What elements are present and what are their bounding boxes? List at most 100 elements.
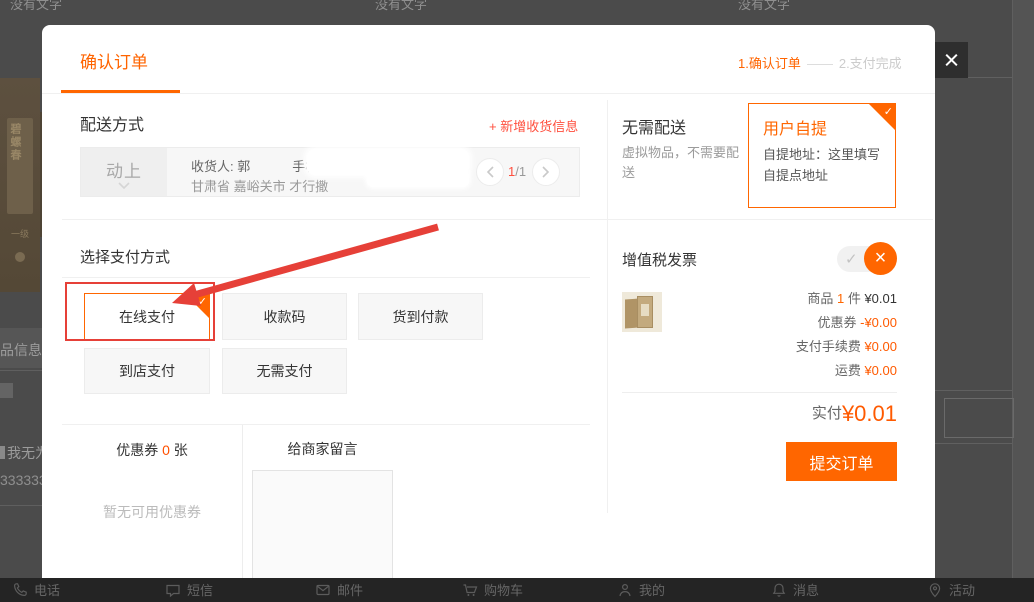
payment-option-qrcode[interactable]: 收款码: [222, 293, 347, 340]
invoice-off-button[interactable]: ×: [864, 242, 897, 275]
payment-option-nopay[interactable]: 无需支付: [222, 348, 347, 394]
modal-title: 确认订单: [80, 48, 148, 73]
step-confirm-order: 1.确认订单: [738, 56, 801, 71]
bg-text-fragment: [0, 383, 13, 398]
mail-icon: [315, 582, 331, 598]
payment-method-heading: 选择支付方式: [80, 246, 170, 267]
chat-icon: [165, 582, 181, 598]
address-next-button[interactable]: [532, 158, 560, 186]
total-label: 实付: [812, 405, 842, 422]
bg-divider: [968, 77, 1012, 78]
goods-unit: 件: [844, 291, 864, 306]
phone-redaction: [367, 170, 469, 187]
self-pickup-option[interactable]: ✓ 用户自提 自提地址：这里填写自提点地址: [748, 103, 896, 208]
bg-right-panel: [1012, 0, 1034, 602]
bg-header-label: 没有文字: [375, 0, 427, 13]
fee-value: ¥0.00: [864, 339, 897, 354]
section-divider: [62, 424, 590, 425]
toolbar-label: 短信: [187, 580, 213, 599]
coupon-label: 优惠券: [818, 315, 861, 330]
section-divider: [62, 277, 590, 278]
vat-invoice-heading: 增值税发票: [622, 249, 697, 270]
summary-row-shipping: 运费 ¥0.00: [622, 359, 897, 383]
phone-icon: [12, 582, 28, 598]
page: 没有文字 没有文字 没有文字 碧螺春 一级 品信息 我无为 3333333333…: [0, 0, 1034, 602]
no-delivery-desc: 虚拟物品，不需要配送: [622, 143, 748, 183]
bg-product-grade: 一级: [7, 227, 33, 240]
toolbar-label: 我的: [639, 580, 665, 599]
modal-close-button[interactable]: ×: [935, 42, 968, 78]
recipient-label: 收货人: 郭: [191, 159, 250, 174]
toolbar-label: 邮件: [337, 580, 363, 599]
delivery-method-heading: 配送方式: [80, 111, 144, 135]
self-pickup-title: 用户自提: [763, 115, 827, 139]
bg-product-seal: [15, 252, 25, 262]
close-icon: ×: [875, 247, 887, 270]
payment-option-label: 无需支付: [257, 361, 313, 381]
goods-value: ¥0.01: [864, 291, 897, 306]
panel-divider: [607, 100, 608, 513]
bg-divider: [935, 390, 1012, 391]
bg-product-image: 碧螺春 一级: [0, 78, 40, 292]
coupon-count: 0: [162, 442, 170, 458]
chevron-left-icon: [486, 166, 494, 178]
total-value: ¥0.01: [842, 401, 897, 426]
add-shipping-info-link[interactable]: + 新增收货信息: [489, 116, 578, 135]
toolbar-label: 活动: [949, 580, 975, 599]
column-divider: [242, 425, 243, 602]
merchant-message-heading: 给商家留言: [252, 439, 393, 459]
toolbar-item-mail[interactable]: 邮件: [315, 580, 363, 599]
summary-row-coupon: 优惠券 -¥0.00: [622, 311, 897, 335]
bg-tab-label: 品信息: [0, 340, 42, 360]
toolbar-label: 消息: [793, 580, 819, 599]
delivery-method-selector[interactable]: 动上: [81, 148, 167, 196]
toolbar-item-messages[interactable]: 消息: [771, 580, 819, 599]
bg-divider: [935, 443, 1012, 444]
bottom-toolbar: 电话 短信 邮件 购物车 我的 消息 活动: [0, 578, 1034, 602]
toolbar-item-phone[interactable]: 电话: [12, 580, 60, 599]
address-card[interactable]: 动上 收货人: 郭手机: 甘肃省 嘉峪关市 才行撒 1/1: [80, 147, 580, 197]
page-total: /1: [515, 164, 526, 179]
summary-row-fee: 支付手续费 ¥0.00: [622, 335, 897, 359]
bg-text-fragment: [0, 446, 5, 459]
payment-option-cod[interactable]: 货到付款: [358, 293, 483, 340]
chevron-down-icon: [118, 176, 130, 194]
coupon-value: -¥0.00: [860, 315, 897, 330]
user-icon: [617, 582, 633, 598]
toolbar-item-sms[interactable]: 短信: [165, 580, 213, 599]
pin-icon: [927, 582, 943, 598]
address-prev-button[interactable]: [476, 158, 504, 186]
confirm-order-modal: 确认订单 1.确认订单2.支付完成 配送方式 + 新增收货信息 动上 收货人: …: [42, 25, 935, 602]
bg-input-box: [944, 398, 1014, 438]
check-icon: ✓: [198, 295, 207, 308]
check-icon: ✓: [845, 250, 858, 268]
payment-option-instore[interactable]: 到店支付: [84, 348, 210, 394]
payment-option-label: 到店支付: [119, 361, 175, 381]
payment-option-online[interactable]: ✓ 在线支付: [84, 293, 210, 340]
section-divider: [62, 219, 933, 220]
coupon-empty-text: 暂无可用优惠券: [62, 502, 242, 522]
toolbar-item-mine[interactable]: 我的: [617, 580, 665, 599]
bg-header-label: 没有文字: [738, 0, 790, 13]
check-icon: ✓: [884, 105, 893, 118]
step-connector: [807, 64, 833, 65]
no-delivery-option[interactable]: 无需配送: [622, 114, 686, 138]
payment-option-label: 在线支付: [119, 307, 175, 327]
toolbar-label: 电话: [34, 580, 60, 599]
shipping-value: ¥0.00: [864, 363, 897, 378]
address-pagination: 1/1: [508, 164, 526, 179]
coupon-suffix: 张: [170, 442, 188, 458]
summary-divider: [622, 392, 897, 393]
self-pickup-address: 自提地址：这里填写自提点地址: [763, 144, 883, 186]
bg-divider: [0, 370, 42, 371]
goods-label: 商品: [807, 291, 837, 306]
toolbar-item-activity[interactable]: 活动: [927, 580, 975, 599]
toolbar-item-cart[interactable]: 购物车: [462, 580, 523, 599]
bg-divider: [0, 505, 42, 506]
submit-order-button[interactable]: 提交订单: [786, 442, 897, 481]
chevron-right-icon: [542, 166, 550, 178]
coupon-title: 优惠券 0 张: [62, 440, 242, 460]
bg-product-name: 碧螺春: [7, 123, 23, 162]
summary-row-goods: 商品 1 件 ¥0.01: [622, 287, 897, 311]
bg-product-label: 碧螺春 一级: [7, 118, 33, 214]
